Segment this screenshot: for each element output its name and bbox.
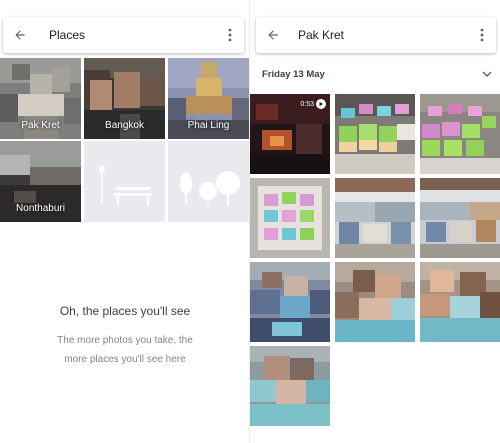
place-label: Bangkok — [105, 120, 144, 131]
empty-place-placeholder — [84, 141, 165, 222]
empty-state-subtitle-line: more places you'll see here — [64, 354, 186, 365]
photo-image — [250, 346, 330, 426]
arrow-left-icon — [15, 30, 25, 40]
photo-image — [420, 178, 500, 258]
page-title: Places — [49, 28, 86, 42]
video-duration: 0:53 — [300, 100, 314, 108]
empty-state-title: Oh, the places you'll see — [59, 304, 191, 318]
places-screen: Places Pak Kret Bangkok Phai Ling Nontha… — [0, 0, 250, 443]
place-label: Pak Kret — [21, 120, 60, 131]
place-top-bar: Pak Kret — [256, 17, 496, 53]
place-tile-bangkok[interactable]: Bangkok — [84, 58, 165, 139]
date-label: Friday 13 May — [262, 68, 325, 80]
more-vertical-icon — [228, 28, 232, 42]
photo-thumbnail[interactable] — [420, 262, 500, 342]
place-label: Phai Ling — [187, 120, 230, 131]
place-tile-nonthaburi[interactable]: Nonthaburi — [0, 141, 81, 222]
photo-thumbnail[interactable] — [250, 262, 330, 342]
photo-thumbnail[interactable] — [335, 178, 415, 258]
video-thumbnail[interactable]: 0:53 — [250, 94, 330, 174]
more-options-button[interactable] — [216, 17, 244, 53]
date-section-header[interactable]: Friday 13 May — [250, 60, 500, 88]
place-tile-pak-kret[interactable]: Pak Kret — [0, 58, 81, 139]
trees-illustration — [168, 141, 250, 222]
photo-image — [420, 94, 500, 174]
photo-thumbnail[interactable] — [420, 94, 500, 174]
page-title: Pak Kret — [298, 28, 345, 42]
photo-thumbnail[interactable] — [250, 346, 330, 426]
place-label: Nonthaburi — [16, 203, 65, 214]
photo-image — [335, 178, 415, 258]
back-button[interactable] — [3, 17, 37, 53]
photo-image — [250, 178, 330, 258]
photo-thumbnail[interactable] — [335, 262, 415, 342]
empty-state-subtitle-line: The more photos you take, the — [57, 335, 193, 346]
empty-place-placeholder — [168, 141, 250, 222]
places-top-bar: Places — [3, 17, 244, 53]
video-duration-badge: 0:53 — [300, 99, 326, 109]
chevron-down-icon — [482, 71, 492, 77]
photo-image — [420, 262, 500, 342]
place-tile-phai-ling[interactable]: Phai Ling — [168, 58, 249, 139]
play-icon — [316, 99, 326, 109]
photo-image — [335, 262, 415, 342]
more-options-button[interactable] — [468, 17, 496, 53]
photo-thumbnail[interactable] — [250, 178, 330, 258]
photo-image — [250, 262, 330, 342]
empty-state-subtitle: The more photos you take, the more place… — [0, 331, 250, 369]
place-detail-screen: Pak Kret Friday 13 May 0:53 — [250, 0, 500, 443]
photo-thumbnail[interactable] — [420, 178, 500, 258]
back-button[interactable] — [256, 17, 290, 53]
more-vertical-icon — [480, 28, 484, 42]
photo-image — [335, 94, 415, 174]
photo-thumbnail[interactable] — [335, 94, 415, 174]
expand-button[interactable] — [474, 71, 500, 77]
arrow-left-icon — [268, 30, 278, 40]
park-bench-illustration — [84, 141, 165, 222]
